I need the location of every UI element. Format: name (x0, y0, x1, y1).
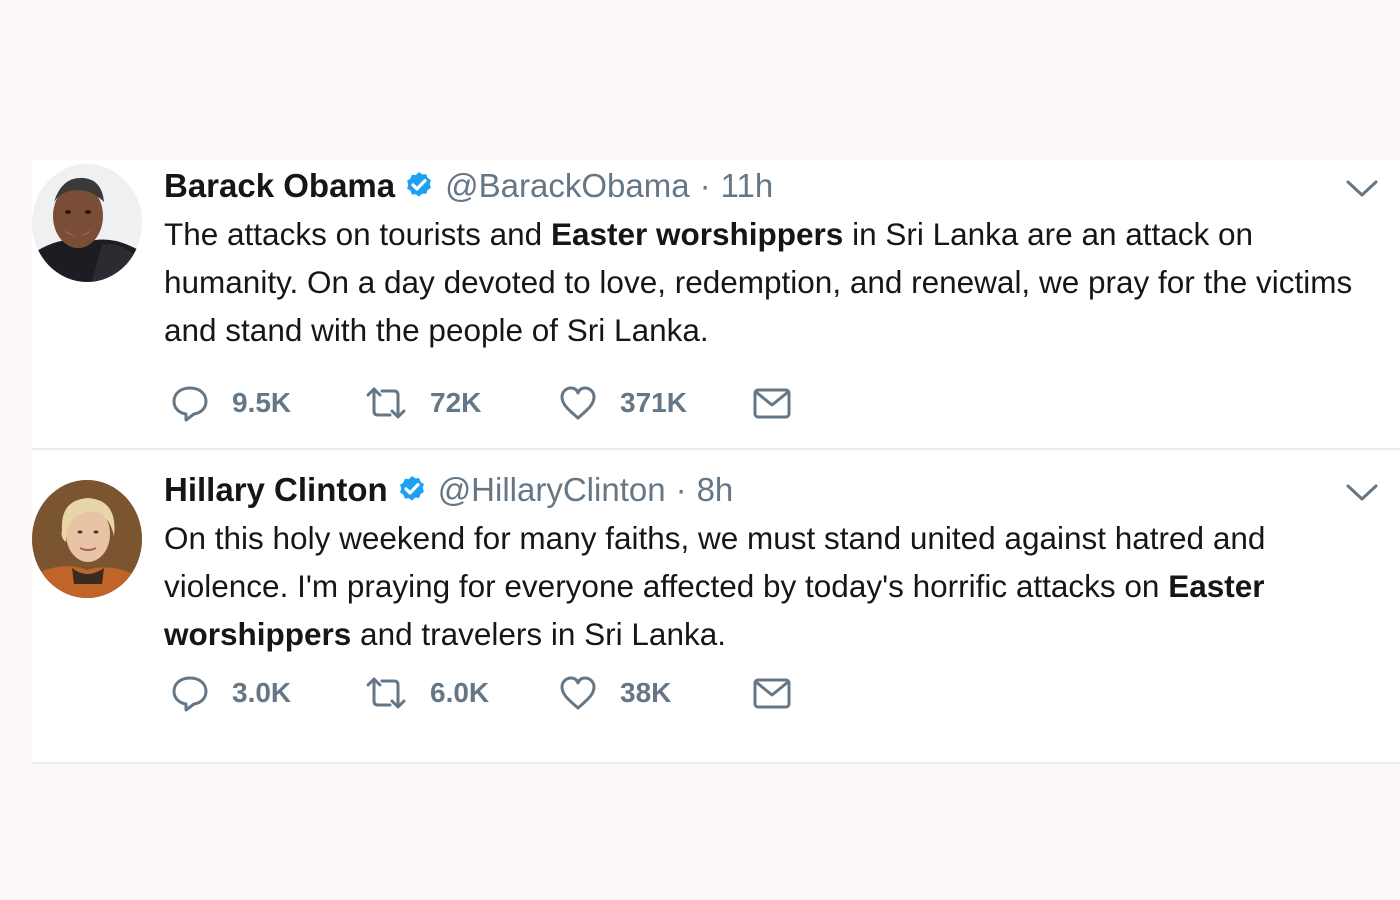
reply-button[interactable]: 9.5K (170, 383, 364, 423)
heart-icon (560, 386, 596, 420)
avatar[interactable] (32, 164, 142, 282)
reply-icon (172, 676, 208, 712)
tweet-text: On this holy weekend for many faiths, we… (164, 514, 1379, 658)
display-name[interactable]: Hillary Clinton (164, 471, 388, 509)
tweet[interactable]: Hillary Clinton @HillaryClinton · 8h On … (32, 450, 1400, 764)
tweet-text: The attacks on tourists and Easter worsh… (164, 210, 1379, 354)
verified-badge-icon (399, 476, 424, 501)
like-button[interactable]: 38K (558, 673, 752, 713)
verified-badge-icon (407, 172, 432, 197)
like-button[interactable]: 371K (558, 383, 752, 423)
reply-icon (172, 386, 208, 422)
tweet-text-part: and travelers in Sri Lanka. (351, 616, 726, 652)
chevron-down-icon[interactable] (1345, 178, 1379, 200)
display-name[interactable]: Barack Obama (164, 167, 395, 205)
user-handle[interactable]: @BarackObama (445, 167, 689, 205)
retweet-button[interactable]: 72K (364, 383, 558, 423)
tweet-header: Hillary Clinton @HillaryClinton · 8h (164, 468, 1379, 512)
avatar-image (32, 480, 142, 598)
separator-dot: · (675, 471, 687, 508)
tweet[interactable]: Barack Obama @BarackObama · 11h The atta… (32, 160, 1400, 450)
tweet-content: Barack Obama @BarackObama · 11h The atta… (164, 164, 1379, 354)
envelope-icon (753, 678, 791, 709)
retweet-count: 6.0K (430, 677, 490, 708)
user-handle[interactable]: @HillaryClinton (438, 471, 666, 509)
avatar[interactable] (32, 480, 142, 598)
retweet-button[interactable]: 6.0K (364, 673, 558, 713)
reply-button[interactable]: 3.0K (170, 673, 364, 713)
tweet-text-part: The attacks on tourists and (164, 216, 551, 252)
retweet-icon (366, 387, 406, 419)
separator-dot: · (699, 167, 711, 204)
reply-count: 3.0K (232, 677, 292, 708)
tweet-content: Hillary Clinton @HillaryClinton · 8h On … (164, 468, 1379, 658)
timestamp[interactable]: 11h (721, 167, 774, 205)
reply-count: 9.5K (232, 387, 292, 418)
tweet-feed: Barack Obama @BarackObama · 11h The atta… (32, 160, 1400, 764)
tweet-actions: 9.5K 72K 371K (170, 382, 792, 424)
avatar-image (32, 164, 142, 282)
retweet-icon (366, 677, 406, 709)
direct-message-button[interactable] (752, 673, 792, 713)
chevron-down-icon[interactable] (1345, 482, 1379, 504)
tweet-text-part: On this holy weekend for many faiths, we… (164, 520, 1266, 604)
like-count: 371K (620, 387, 687, 418)
direct-message-button[interactable] (752, 383, 792, 423)
timestamp[interactable]: 8h (697, 471, 734, 509)
tweet-actions: 3.0K 6.0K 38K (170, 672, 792, 714)
tweet-header: Barack Obama @BarackObama · 11h (164, 164, 1379, 208)
tweet-text-bold: Easter worshippers (550, 216, 844, 252)
retweet-count: 72K (430, 387, 482, 418)
heart-icon (560, 676, 596, 710)
envelope-icon (753, 388, 791, 419)
like-count: 38K (620, 677, 672, 708)
